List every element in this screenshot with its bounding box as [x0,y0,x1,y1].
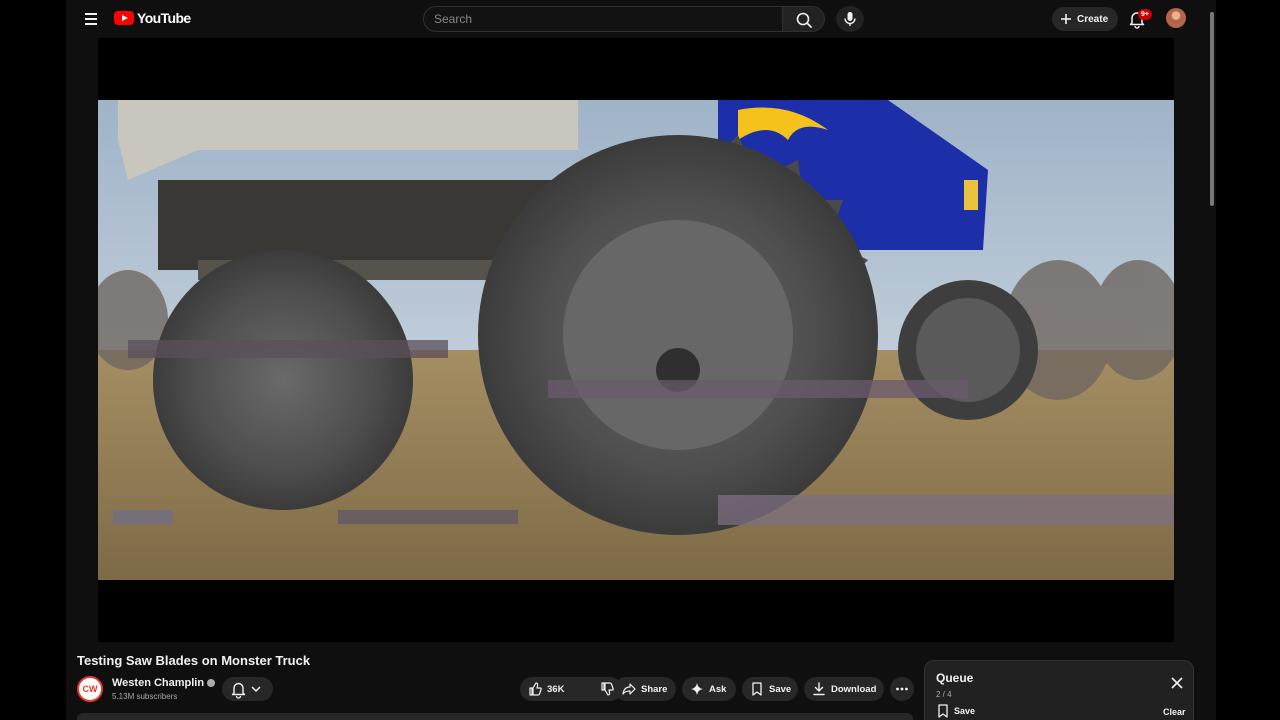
channel-name[interactable]: Westen Champlin [112,677,216,689]
notification-badge: 9+ [1138,9,1152,20]
queue-clear-button[interactable]: Clear [1163,707,1186,717]
channel-name-text: Westen Champlin [112,677,205,689]
create-label: Create [1077,13,1109,25]
masthead: YouTube Create [66,0,1208,38]
bell-icon [231,682,261,699]
more-actions-button[interactable] [890,677,914,701]
share-icon [622,683,636,695]
subscription-notifications-button[interactable] [222,677,273,701]
video-thumbnail-scene [98,100,1174,580]
logo-text: YouTube [137,10,191,26]
video-title: Testing Saw Blades on Monster Truck [77,653,311,668]
description-box[interactable] [77,713,913,720]
sparkle-icon [691,683,703,695]
youtube-app: YouTube Create [66,0,1208,720]
youtube-logo[interactable]: YouTube [114,10,191,26]
download-icon [813,682,825,696]
search-button[interactable] [783,6,825,32]
share-label: Share [641,683,668,695]
like-button[interactable]: 36K [520,677,592,701]
create-button[interactable]: Create [1052,7,1119,31]
queue-panel: Queue 2 / 4 Save Clear [924,660,1194,720]
channel-avatar[interactable]: CW [77,676,103,702]
search-input[interactable] [424,7,782,31]
share-button[interactable]: Share [614,677,676,701]
voice-search-button[interactable] [836,6,864,32]
more-icon [896,687,908,691]
queue-close-button[interactable] [1170,676,1184,690]
queue-position: 2 / 4 [936,690,952,699]
queue-save-button[interactable]: Save [937,704,975,718]
dislike-icon [601,682,614,696]
queue-save-label: Save [954,706,976,716]
ask-label: Ask [709,683,727,695]
verified-icon [207,679,216,687]
scrollbar-thumb[interactable] [1210,12,1214,206]
save-button[interactable]: Save [742,677,798,701]
bookmark-icon [938,704,948,718]
search-icon [796,12,812,28]
download-button[interactable]: Download [804,677,884,701]
channel-avatar-initials: CW [82,684,98,694]
video-frame[interactable] [98,100,1174,580]
user-avatar[interactable] [1166,8,1186,28]
close-icon [1171,677,1183,689]
queue-title: Queue [936,671,974,685]
like-count: 36K [547,683,565,695]
video-player[interactable] [98,38,1174,642]
subscriber-count: 5.13M subscribers [112,692,178,701]
menu-icon [85,13,97,15]
like-icon [529,682,542,696]
plus-icon [1061,14,1071,24]
download-label: Download [831,683,877,695]
chevron-down-icon [251,686,261,693]
search-box [423,6,783,32]
bookmark-icon [752,682,762,696]
ask-button[interactable]: Ask [682,677,736,701]
mic-icon [844,12,856,26]
youtube-logo-icon [114,11,134,25]
save-label: Save [769,683,792,695]
page-scrollbar[interactable] [1208,0,1216,720]
menu-button[interactable] [80,7,104,31]
